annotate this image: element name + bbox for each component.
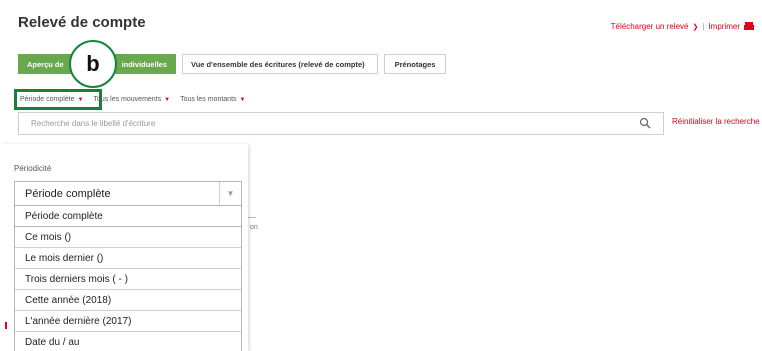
filter-period[interactable]: Période complète ▼ bbox=[20, 96, 83, 103]
tab-entries-overview[interactable]: Vue d'ensemble des écritures (relevé de … bbox=[182, 54, 378, 74]
tab-label-start: Aperçu de bbox=[27, 59, 64, 69]
printer-icon[interactable] bbox=[744, 22, 754, 31]
separator: | bbox=[702, 22, 705, 31]
tab-label: Prénotages bbox=[394, 59, 436, 69]
reset-search-link[interactable]: Réinitialiser la recherche bbox=[672, 117, 760, 126]
filter-amounts-label: Tous les montants bbox=[180, 96, 237, 103]
page-title: Relevé de compte bbox=[18, 14, 146, 31]
caret-down-icon: ▼ bbox=[239, 97, 246, 103]
select-value: Période complète bbox=[25, 188, 111, 200]
annotation-badge: b bbox=[69, 40, 117, 88]
chevron-down-icon[interactable]: ❯ bbox=[692, 23, 698, 31]
filter-amounts[interactable]: Tous les montants ▼ bbox=[180, 96, 245, 103]
filter-movements-label: Tous les mouvements bbox=[93, 96, 162, 103]
tab-label-end: individuelles bbox=[121, 59, 167, 69]
periodicity-dropdown-panel: Périodicité Période complète ▼ Période c… bbox=[0, 144, 248, 351]
filter-movements[interactable]: Tous les mouvements ▼ bbox=[93, 96, 170, 103]
option-this-month[interactable]: Ce mois () bbox=[15, 227, 241, 248]
search-icon[interactable] bbox=[639, 117, 651, 129]
tab-prenotations[interactable]: Prénotages bbox=[384, 54, 446, 74]
print-link[interactable]: Imprimer bbox=[708, 22, 740, 31]
chevron-down-icon[interactable]: ▼ bbox=[219, 182, 241, 205]
filter-bar: Période complète ▼ Tous les mouvements ▼ T… bbox=[20, 96, 245, 103]
option-last-year[interactable]: L'année dernière (2017) bbox=[15, 311, 241, 332]
red-indicator bbox=[5, 322, 7, 329]
search-placeholder: Recherche dans le libellé d'écriture bbox=[31, 119, 156, 128]
option-last-month[interactable]: Le mois dernier () bbox=[15, 248, 241, 269]
option-full-period[interactable]: Période complète bbox=[15, 206, 241, 227]
periodicity-options: Période complète Ce mois () Le mois dern… bbox=[14, 206, 242, 351]
filter-period-label: Période complète bbox=[20, 96, 75, 103]
search-input[interactable]: Recherche dans le libellé d'écriture bbox=[18, 112, 664, 135]
download-statement-link[interactable]: Télécharger un relevé bbox=[611, 22, 689, 31]
caret-down-icon: ▼ bbox=[164, 97, 171, 103]
option-date-range[interactable]: Date du / au bbox=[15, 332, 241, 351]
caret-down-icon: ▼ bbox=[77, 97, 84, 103]
tab-label: Vue d'ensemble des écritures (relevé de … bbox=[191, 59, 365, 69]
background-fragment: on bbox=[250, 224, 258, 231]
periodicity-label: Périodicité bbox=[14, 164, 52, 173]
option-this-year[interactable]: Cette année (2018) bbox=[15, 290, 241, 311]
option-last-three-months[interactable]: Trois derniers mois ( - ) bbox=[15, 269, 241, 290]
periodicity-select[interactable]: Période complète ▼ bbox=[14, 181, 242, 206]
top-actions: Télécharger un relevé ❯ | Imprimer bbox=[611, 22, 754, 31]
